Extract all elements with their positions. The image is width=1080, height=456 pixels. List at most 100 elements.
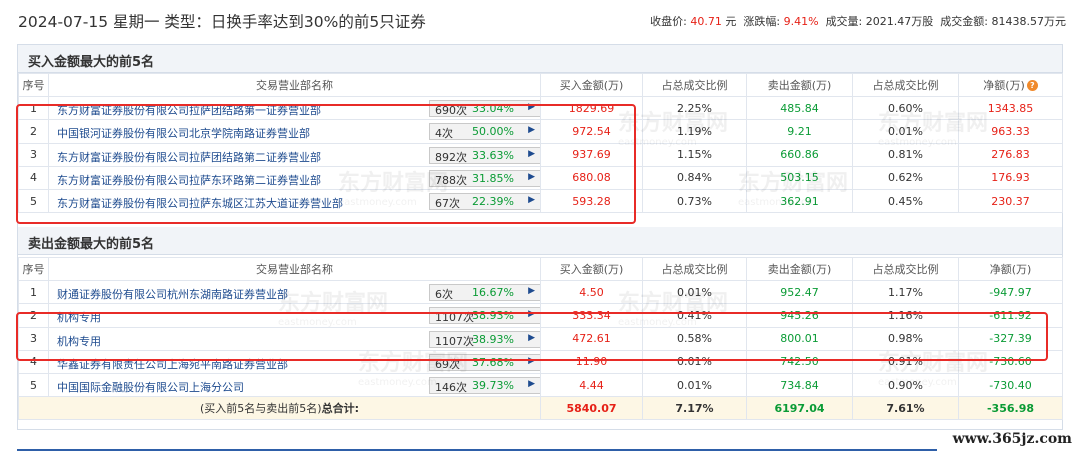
play-arrow-icon: ▶ <box>528 332 535 343</box>
help-icon[interactable]: ? <box>1026 80 1038 92</box>
broker-name-link[interactable]: 东方财富证券股份有限公司拉萨团结路第二证券营业部 <box>57 149 321 165</box>
site-watermark-url: www.365jz.com <box>952 431 1072 447</box>
sell-ratio: 0.98% <box>852 326 959 351</box>
net-amount: -730.40 <box>958 372 1063 398</box>
sell-amount: 800.01 <box>746 326 853 351</box>
sell-ratio: 1.17% <box>852 280 959 305</box>
broker-trade-count: 788次 <box>435 173 467 187</box>
buy-amount: 680.08 <box>540 165 643 190</box>
sell-ratio: 0.01% <box>852 119 959 144</box>
play-arrow-icon: ▶ <box>528 148 535 159</box>
play-arrow-icon: ▶ <box>528 379 535 390</box>
broker-trade-count: 67次 <box>435 197 460 211</box>
net-amount: -611.92 <box>958 303 1063 328</box>
table-row: 4 东方财富证券股份有限公司拉萨东环路第二证券营业部 788次 31.85% ▶ 680.… <box>18 165 1063 190</box>
broker-stats-button[interactable]: 6次 16.67% ▶ <box>429 284 540 302</box>
net-amount: 230.37 <box>958 188 1063 214</box>
sell-amount: 952.47 <box>746 280 853 305</box>
broker-cell: 财通证券股份有限公司杭州东湖南路证券营业部6次16.67%▶? <box>48 280 541 305</box>
total-buy: 5840.07 <box>540 396 643 421</box>
broker-name-link[interactable]: 中国银河证券股份有限公司北京学院南路证券营业部 <box>57 125 310 141</box>
quote-stats: 收盘价: 40.71 元 涨跌幅: 9.41% 成交量: 2021.47万股 成… <box>650 13 1066 29</box>
close-label: 收盘价: <box>650 15 687 28</box>
amount-label: 成交金额: <box>940 15 988 28</box>
total-buy-ratio: 7.17% <box>642 396 747 421</box>
buy-amount: 4.50 <box>540 280 643 305</box>
col-sell-amount: 卖出金额(万) <box>746 256 853 282</box>
broker-name-link[interactable]: 东方财富证券股份有限公司拉萨团结路第一证券营业部 <box>57 102 321 118</box>
play-arrow-icon: ▶ <box>528 102 535 113</box>
broker-name-link[interactable]: 华鑫证券有限责任公司上海宛平南路证券营业部 <box>57 356 288 372</box>
col-buy-ratio: 占总成交比例 <box>642 72 747 98</box>
broker-cell: 机构专用 1107次 38.93% ▶ <box>48 326 541 351</box>
broker-trade-count: 4次 <box>435 127 453 141</box>
broker-stats-button[interactable]: 146次 39.73% ▶ <box>429 377 540 395</box>
broker-trade-count: 1107次 <box>435 334 474 348</box>
broker-name-link[interactable]: 东方财富证券股份有限公司拉萨东环路第二证券营业部 <box>57 172 321 188</box>
total-label: (买入前5名与卖出前5名)总合计: <box>18 396 541 421</box>
sell-table: 序号 交易营业部名称 买入金额(万) 占总成交比例 卖出金额(万) 占总成交比例… <box>18 256 1063 421</box>
broker-name-link[interactable]: 财通证券股份有限公司杭州东湖南路证券营业部 <box>57 286 288 302</box>
broker-stats-button[interactable]: 1107次 38.93% ▶ <box>429 330 540 348</box>
broker-cell: 华鑫证券有限责任公司上海宛平南路证券营业部 69次 37.68% ▶ <box>48 349 541 374</box>
col-buy-amount: 买入金额(万) <box>540 256 643 282</box>
total-sell-ratio: 7.61% <box>852 396 959 421</box>
row-index: 1 <box>18 280 49 305</box>
sell-amount: 485.84 <box>746 96 853 121</box>
sell-section-title: 卖出金额最大的前5名 <box>28 237 155 252</box>
col-net-amount: 净额(万) <box>958 256 1063 282</box>
broker-stats-button[interactable]: 69次 37.68% ▶ <box>429 353 540 371</box>
broker-name-link[interactable]: 机构专用 <box>57 333 101 349</box>
sell-amount: 660.86 <box>746 142 853 167</box>
broker-stats-button[interactable]: 690次 33.04% ▶ <box>429 100 540 118</box>
buy-ratio: 1.19% <box>642 119 747 144</box>
broker-trade-count: 6次 <box>435 288 453 302</box>
broker-name-link[interactable]: 机构专用 <box>57 309 101 325</box>
net-amount: 1343.85 <box>958 96 1063 121</box>
buy-table-header: 序号 交易营业部名称 买入金额(万) 占总成交比例 卖出金额(万) 占总成交比例… <box>18 72 1063 98</box>
broker-cell: 东方财富证券股份有限公司拉萨东城区江苏大道证券营业部 67次 22.39% ▶ <box>48 188 541 214</box>
broker-name-link[interactable]: 东方财富证券股份有限公司拉萨东城区江苏大道证券营业部 <box>57 195 343 211</box>
change-value: 9.41% <box>783 15 819 28</box>
broker-trade-count: 1107次 <box>435 311 474 325</box>
row-index: 3 <box>18 326 49 351</box>
broker-cell: 东方财富证券股份有限公司拉萨团结路第一证券营业部690次33.04%▶? <box>48 96 541 121</box>
broker-name-link[interactable]: 中国国际金融股份有限公司上海分公司 <box>57 379 244 395</box>
buy-amount: 937.69 <box>540 142 643 167</box>
broker-stats-button[interactable]: 788次 31.85% ▶ <box>429 169 540 187</box>
row-index: 5 <box>18 188 49 214</box>
broker-cell: 东方财富证券股份有限公司拉萨东环路第二证券营业部 788次 31.85% ▶ <box>48 165 541 190</box>
sell-ratio: 1.16% <box>852 303 959 328</box>
dragon-tiger-panel: 买入金额最大的前5名 序号 交易营业部名称 买入金额(万) 占总成交比例 卖出金… <box>17 44 1063 430</box>
broker-cell: 机构专用 1107次 38.93% ▶ <box>48 303 541 328</box>
broker-stats-button[interactable]: 1107次 38.93% ▶ <box>429 307 540 325</box>
net-amount: 276.83 <box>958 142 1063 167</box>
close-value: 40.71 <box>690 15 722 28</box>
broker-win-rate: 38.93% <box>472 332 514 346</box>
row-index: 4 <box>18 165 49 190</box>
broker-win-rate: 39.73% <box>472 379 514 393</box>
broker-stats-button[interactable]: 67次 22.39% ▶ <box>429 193 540 211</box>
col-sell-ratio: 占总成交比例 <box>852 256 959 282</box>
col-broker-name: 交易营业部名称 <box>48 256 541 282</box>
buy-ratio: 0.01% <box>642 280 747 305</box>
buy-section-title: 买入金额最大的前5名 <box>28 55 155 70</box>
page-title: 2024-07-15 星期一 类型：日换手率达到30%的前5只证券 <box>18 13 426 31</box>
amount-value: 81438.57万元 <box>991 15 1067 28</box>
page-header: 2024-07-15 星期一 类型：日换手率达到30%的前5只证券 收盘价: 4… <box>0 0 1080 40</box>
net-amount: 176.93 <box>958 165 1063 190</box>
net-amount: -730.60 <box>958 349 1063 374</box>
broker-win-rate: 22.39% <box>472 195 514 209</box>
net-amount: -947.97 <box>958 280 1063 305</box>
sell-amount: 742.50 <box>746 349 853 374</box>
buy-ratio: 0.84% <box>642 165 747 190</box>
row-index: 1 <box>18 96 49 121</box>
buy-amount: 972.54 <box>540 119 643 144</box>
broker-cell: 中国国际金融股份有限公司上海分公司 146次 39.73% ▶ <box>48 372 541 398</box>
col-sell-ratio: 占总成交比例 <box>852 72 959 98</box>
broker-win-rate: 16.67% <box>472 286 514 300</box>
broker-stats-button[interactable]: 4次 50.00% ▶ <box>429 123 540 141</box>
table-row: 3 东方财富证券股份有限公司拉萨团结路第二证券营业部 892次 33.63% ▶ 937.… <box>18 142 1063 167</box>
broker-stats-button[interactable]: 892次 33.63% ▶ <box>429 146 540 164</box>
table-row: 5 中国国际金融股份有限公司上海分公司 146次 39.73% ▶ 4.44 0.01% 73… <box>18 372 1063 398</box>
